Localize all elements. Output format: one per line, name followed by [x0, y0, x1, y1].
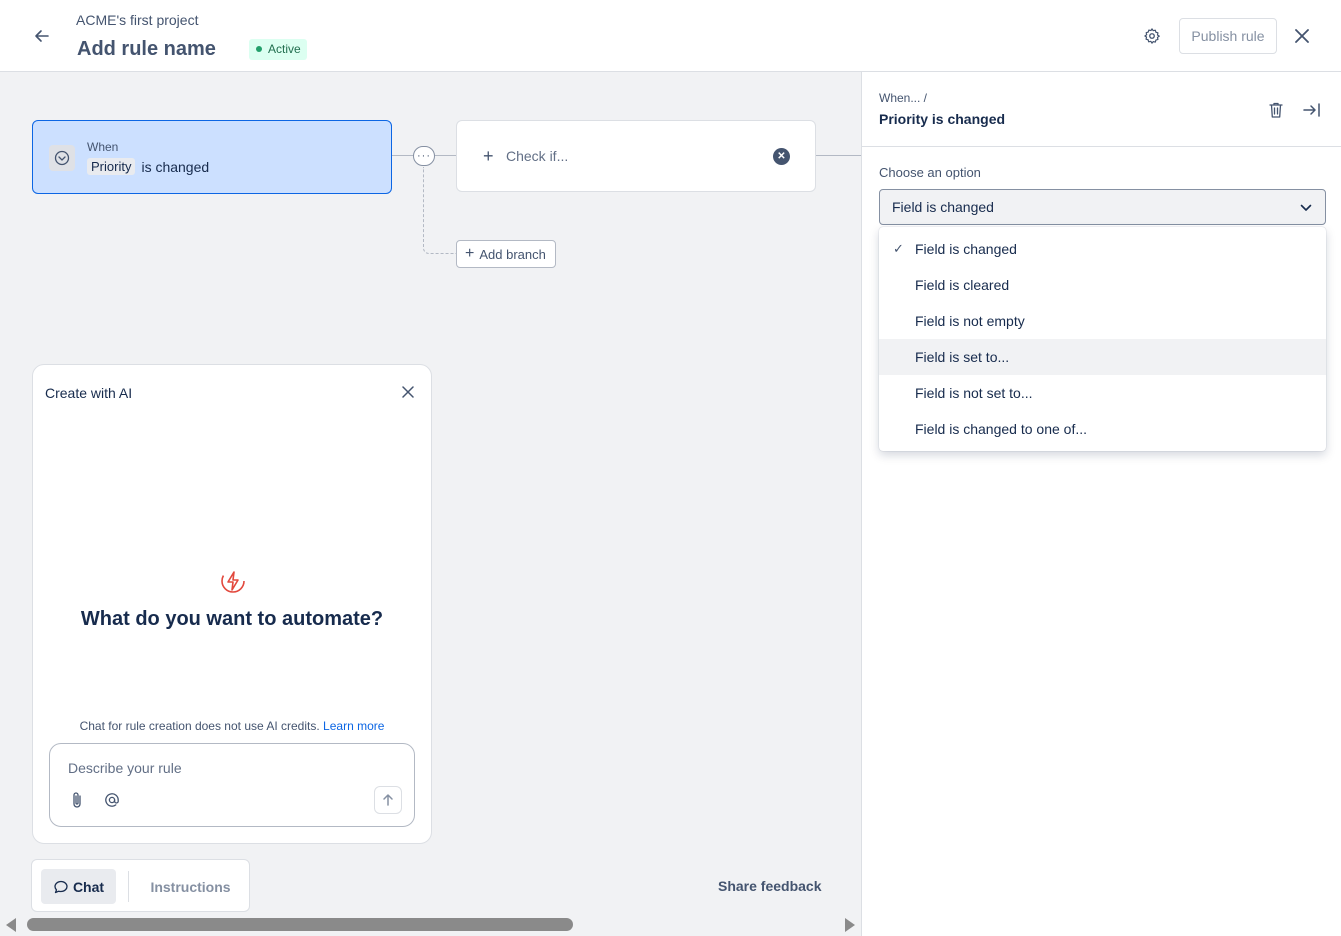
share-feedback-link[interactable]: Share feedback — [718, 878, 822, 894]
collapse-panel-icon[interactable] — [1300, 98, 1324, 122]
menu-item-label: Field is changed to one of... — [915, 421, 1087, 437]
menu-item-label: Field is not set to... — [915, 385, 1033, 401]
rule-canvas[interactable]: When Priority is changed ··· + Check if.… — [0, 72, 861, 936]
trigger-config-panel: When... / Priority is changed Choose an … — [861, 72, 1341, 936]
lightning-bolt-icon — [219, 567, 247, 595]
clear-icon[interactable]: ✕ — [773, 148, 790, 165]
panel-header: When... / Priority is changed — [862, 72, 1341, 147]
send-arrow-icon[interactable] — [374, 786, 402, 814]
menu-item-field-is-not-empty[interactable]: Field is not empty — [879, 303, 1326, 339]
menu-item-field-is-cleared[interactable]: Field is cleared — [879, 267, 1326, 303]
tab-instructions[interactable]: Instructions — [138, 869, 243, 904]
create-with-ai-panel: Create with AI What do you want to autom… — [32, 364, 432, 844]
mention-icon[interactable] — [102, 790, 122, 810]
menu-item-field-is-changed[interactable]: ✓ Field is changed — [879, 231, 1326, 267]
plus-icon: + — [483, 146, 494, 166]
ai-heading: What do you want to automate? — [80, 608, 384, 630]
gear-icon[interactable] — [1140, 24, 1164, 48]
connector-line — [435, 155, 456, 156]
menu-item-field-is-set-to[interactable]: Field is set to... — [879, 339, 1326, 375]
chat-bubble-icon — [54, 880, 68, 893]
add-branch-button[interactable]: + Add branch — [456, 240, 556, 268]
publish-rule-button[interactable]: Publish rule — [1179, 18, 1277, 54]
trigger-when-label: When — [87, 140, 119, 154]
menu-item-label: Field is set to... — [915, 349, 1010, 365]
more-options-button[interactable]: ··· — [413, 146, 435, 166]
chevron-circle-icon[interactable] — [49, 145, 75, 171]
scroll-left-arrow-icon[interactable] — [6, 918, 16, 932]
rule-description-box[interactable] — [49, 743, 415, 827]
scroll-right-arrow-icon[interactable] — [845, 918, 855, 932]
ai-tab-bar: Chat Instructions — [31, 859, 250, 912]
menu-item-label: Field is changed — [915, 241, 1017, 257]
option-dropdown-menu: ✓ Field is changed Field is cleared Fiel… — [879, 227, 1326, 451]
checkmark-icon: ✓ — [893, 241, 904, 256]
project-name: ACME's first project — [76, 12, 199, 28]
ai-note-text: Chat for rule creation does not use AI c… — [79, 719, 320, 733]
scroll-thumb[interactable] — [27, 918, 573, 931]
condition-card[interactable]: + Check if... ✕ — [456, 120, 816, 192]
back-arrow-icon[interactable] — [28, 22, 56, 50]
tab-chat[interactable]: Chat — [41, 869, 116, 904]
option-select[interactable]: Field is changed — [879, 189, 1326, 225]
ai-credits-note: Chat for rule creation does not use AI c… — [33, 719, 431, 733]
trigger-description: Priority is changed — [87, 158, 209, 175]
tab-divider — [128, 871, 129, 902]
describe-rule-input[interactable] — [68, 758, 368, 778]
field-chip: Priority — [87, 158, 136, 175]
horizontal-scrollbar[interactable] — [0, 914, 861, 936]
condition-label: Check if... — [506, 148, 569, 164]
header: ACME's first project Add rule name Activ… — [0, 0, 1341, 72]
breadcrumb[interactable]: When... / — [879, 91, 927, 105]
trigger-action-text: is changed — [141, 158, 210, 175]
choose-option-label: Choose an option — [879, 165, 981, 180]
chevron-down-icon — [1298, 200, 1314, 216]
menu-item-field-is-changed-to-one-of[interactable]: Field is changed to one of... — [879, 411, 1326, 447]
connector-line — [816, 155, 861, 156]
menu-item-field-is-not-set-to[interactable]: Field is not set to... — [879, 375, 1326, 411]
ai-panel-title: Create with AI — [45, 385, 133, 401]
menu-item-label: Field is cleared — [915, 277, 1010, 293]
tab-chat-label: Chat — [72, 878, 105, 895]
trash-icon[interactable] — [1264, 98, 1288, 122]
add-branch-label: Add branch — [479, 246, 546, 262]
close-icon[interactable] — [397, 381, 419, 403]
paperclip-icon[interactable] — [68, 790, 86, 810]
learn-more-link[interactable]: Learn more — [323, 719, 384, 733]
selected-option: Field is changed — [892, 199, 994, 215]
trigger-card[interactable]: When Priority is changed — [32, 120, 392, 194]
rule-name-title[interactable]: Add rule name — [77, 38, 216, 61]
status-badge: Active — [249, 39, 307, 60]
close-icon[interactable] — [1290, 24, 1314, 48]
connector-line — [392, 155, 414, 156]
branch-connector — [423, 167, 457, 254]
plus-icon: + — [465, 245, 475, 262]
panel-title: Priority is changed — [879, 111, 1006, 127]
menu-item-label: Field is not empty — [915, 313, 1025, 329]
